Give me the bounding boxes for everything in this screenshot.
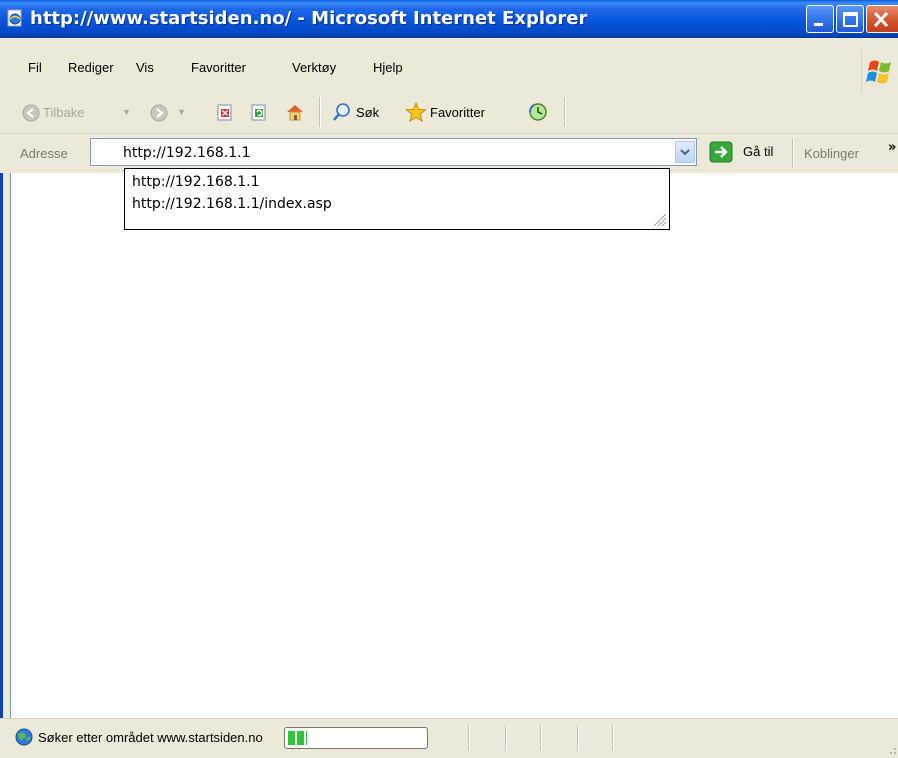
links-button[interactable]: Koblinger [804, 146, 859, 161]
forward-dropdown-icon[interactable]: ▼ [177, 104, 186, 120]
stop-icon[interactable] [216, 104, 234, 122]
close-button[interactable] [866, 5, 898, 33]
autocomplete-item[interactable]: http://192.168.1.1/index.asp [132, 196, 332, 213]
menu-help[interactable]: Hjelp [373, 60, 403, 76]
address-value[interactable]: http://192.168.1.1 [123, 145, 251, 161]
progress-bar [284, 727, 428, 749]
back-dropdown-icon[interactable]: ▼ [122, 104, 131, 120]
windows-logo [861, 50, 898, 93]
status-pane-divider [577, 725, 579, 751]
chevron-down-icon [680, 149, 690, 156]
forward-arrow-icon[interactable] [150, 104, 168, 122]
resize-grip-icon[interactable] [884, 742, 898, 756]
back-button[interactable]: Tilbake [43, 105, 84, 121]
home-icon[interactable] [284, 102, 306, 122]
menu-tools[interactable]: Verktøy [292, 60, 336, 76]
address-input[interactable]: http://192.168.1.1 [90, 138, 697, 166]
ie-page-icon [7, 9, 22, 27]
window-title: http://www.startsiden.no/ - Microsoft In… [30, 8, 588, 29]
menu-file[interactable]: Fil [28, 60, 42, 76]
address-autocomplete: http://192.168.1.1 http://192.168.1.1/in… [124, 168, 670, 230]
progress-fill [288, 731, 307, 745]
title-bar[interactable]: http://www.startsiden.no/ - Microsoft In… [0, 0, 898, 38]
maximize-icon [843, 12, 858, 27]
menu-bar: Fil Rediger Vis Favoritter Verktøy Hjelp [0, 38, 898, 93]
search-button[interactable]: Søk [356, 105, 379, 121]
back-arrow-icon [22, 104, 40, 122]
menu-favorites[interactable]: Favoritter [191, 60, 246, 76]
status-pane-divider [612, 725, 614, 751]
minimize-icon [814, 23, 823, 26]
address-bar: Adresse http://192.168.1.1 Gå til Koblin… [0, 133, 898, 173]
links-chevron-icon[interactable]: » [888, 140, 896, 155]
status-pane-divider [540, 725, 542, 751]
page-content [10, 173, 898, 718]
status-pane-divider [505, 725, 507, 751]
toolbar-divider [319, 97, 321, 127]
minimize-button[interactable] [806, 5, 834, 33]
menu-view[interactable]: Vis [136, 60, 154, 76]
globe-search-icon [15, 728, 33, 746]
go-arrow-icon [709, 141, 733, 163]
browser-window: http://www.startsiden.no/ - Microsoft In… [0, 0, 898, 758]
search-icon [333, 103, 350, 121]
links-divider [792, 138, 794, 168]
resize-grip-icon[interactable] [651, 211, 667, 227]
windows-flag-icon [866, 60, 891, 84]
close-icon [873, 11, 889, 28]
history-icon[interactable] [528, 102, 548, 122]
address-label: Adresse [20, 146, 68, 161]
status-text: Søker etter området www.startsiden.no [38, 730, 263, 745]
status-bar: Søker etter området www.startsiden.no [0, 718, 898, 758]
standard-toolbar: Tilbake ▼ ▼ Søk Favoritter [0, 93, 898, 133]
refresh-icon[interactable] [250, 104, 268, 122]
go-button[interactable]: Gå til [707, 139, 787, 165]
status-pane-divider [468, 725, 470, 751]
favorites-star-icon [405, 102, 427, 122]
maximize-button[interactable] [836, 5, 864, 33]
autocomplete-item[interactable]: http://192.168.1.1 [132, 174, 260, 191]
toolbar-divider [564, 97, 566, 127]
go-label: Gå til [743, 144, 774, 159]
favorites-button[interactable]: Favoritter [430, 105, 485, 121]
address-dropdown-button[interactable] [675, 141, 695, 163]
menu-edit[interactable]: Rediger [68, 60, 114, 76]
